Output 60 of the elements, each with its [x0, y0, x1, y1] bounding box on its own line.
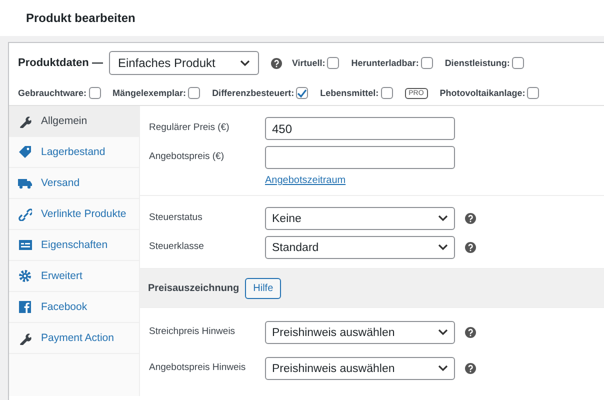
- option-label: Photovoltaikanlage:: [440, 88, 526, 98]
- option-label: Mängelexemplar:: [112, 88, 186, 98]
- link-icon: [18, 207, 32, 221]
- checkbox[interactable]: [296, 87, 308, 99]
- product-type-select[interactable]: Einfaches Produkt: [108, 51, 259, 75]
- field-label: Regulärer Preis (€): [149, 121, 230, 133]
- gear-icon: [18, 269, 32, 283]
- field-label: Steuerstatus: [149, 211, 204, 223]
- field-label: Steuerklasse: [149, 240, 205, 252]
- help-icon: [465, 327, 476, 338]
- checkbox[interactable]: [512, 57, 524, 69]
- chevron-down-icon: [438, 329, 448, 336]
- option-label: Dienstleistung:: [444, 58, 510, 68]
- help-icon: [465, 242, 476, 253]
- checkbox[interactable]: [527, 87, 540, 99]
- chevron-down-icon: [438, 244, 448, 251]
- checkbox[interactable]: [88, 87, 101, 99]
- price-field[interactable]: [265, 146, 455, 169]
- sidebar-tab[interactable]: Payment Action: [9, 323, 139, 354]
- field-label: Angebotspreis Hinweis: [149, 361, 247, 373]
- sidebar-tab[interactable]: Lagerbestand: [9, 137, 139, 168]
- sidebar-tab[interactable]: Erweitert: [9, 261, 139, 292]
- option-label: Lebensmittel:: [320, 88, 379, 98]
- field-label: Angebotspreis (€): [149, 150, 225, 162]
- option-label: Herunterladbar:: [351, 58, 419, 68]
- select-field[interactable]: Preishinweis auswählen: [265, 321, 455, 344]
- help-icon: [465, 213, 476, 224]
- help-button[interactable]: Hilfe: [245, 278, 282, 298]
- wrench-icon: [18, 114, 32, 128]
- select-field[interactable]: Standard: [265, 236, 455, 259]
- wrench-icon: [18, 331, 32, 345]
- sidebar-tab[interactable]: Versand: [9, 168, 139, 199]
- truck-icon: [18, 176, 32, 190]
- checkbox[interactable]: [188, 87, 200, 99]
- page-title: Produkt bearbeiten: [26, 11, 136, 25]
- chevron-down-icon: [240, 60, 250, 66]
- chevron-down-icon: [438, 365, 448, 372]
- help-icon: [270, 58, 282, 68]
- chevron-down-icon: [438, 215, 448, 222]
- sidebar-tab[interactable]: Verlinkte Produkte: [9, 199, 139, 230]
- option-label: Gebrauchtware:: [18, 88, 87, 98]
- checkbox[interactable]: [327, 57, 340, 69]
- price-field[interactable]: 450: [265, 117, 455, 140]
- section-heading: Preisauszeichnung: [148, 282, 240, 294]
- sale-period-link[interactable]: Angebotszeitraum: [265, 175, 455, 186]
- list-icon: [18, 238, 32, 252]
- option-label: Virtuell:: [292, 58, 326, 68]
- checkbox[interactable]: [380, 87, 393, 99]
- sidebar-tab[interactable]: Facebook: [9, 292, 139, 323]
- select-field[interactable]: Keine: [265, 207, 455, 230]
- option-label: Differenzbesteuert:: [212, 88, 294, 98]
- facebook-icon: [18, 300, 32, 314]
- section-label: Produktdaten —: [18, 57, 103, 69]
- field-label: Streichpreis Hinweis: [149, 325, 236, 337]
- sidebar-tab[interactable]: Eigenschaften: [9, 230, 139, 261]
- checkbox[interactable]: [420, 57, 433, 69]
- tag-icon: [18, 145, 32, 159]
- sidebar-tab[interactable]: Allgemein: [9, 106, 139, 137]
- select-field[interactable]: Preishinweis auswählen: [265, 357, 455, 380]
- help-icon: [465, 363, 476, 374]
